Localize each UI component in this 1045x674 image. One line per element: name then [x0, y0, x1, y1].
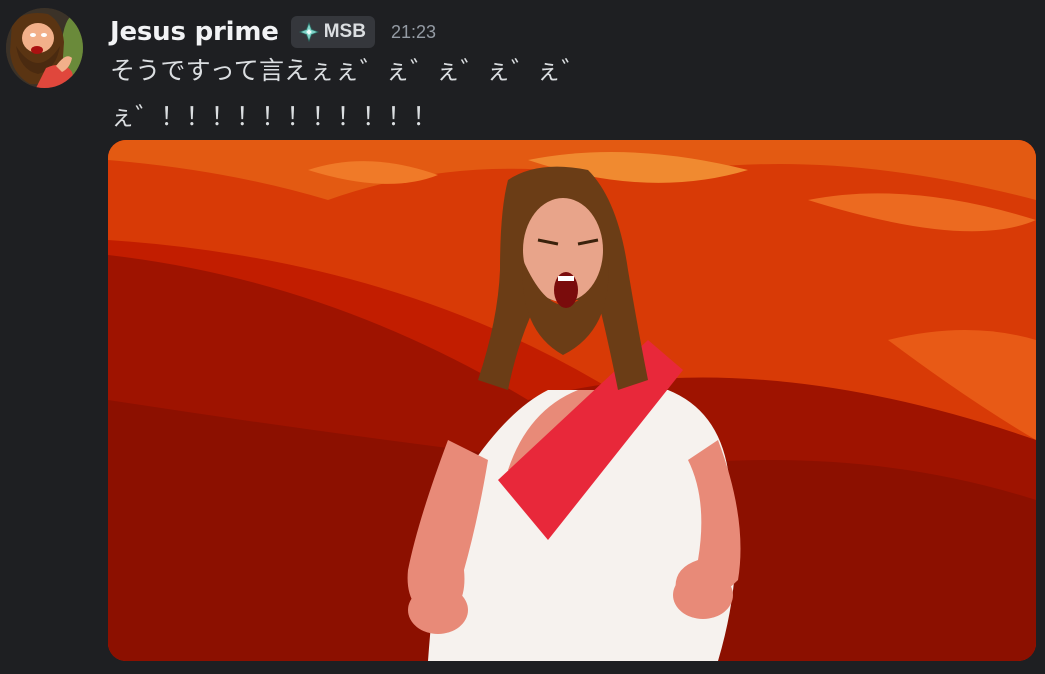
message-text: そうですって言えぇぇ゛ぇ゛ぇ゛ぇ゛ぇ゛ぇ゛！！！！！！！！！！！	[110, 56, 587, 131]
author-avatar[interactable]	[6, 8, 83, 88]
author-name[interactable]: Jesus prime	[110, 17, 279, 47]
diamond-sparkle-icon	[298, 22, 319, 42]
animated-jesus-shouting-image	[108, 140, 1036, 661]
server-tag[interactable]: MSB	[290, 16, 375, 48]
message-header: Jesus prime MSB 21:23	[110, 12, 436, 52]
message-timestamp[interactable]: 21:23	[391, 22, 436, 43]
chat-message: Jesus prime MSB 21:23 そうですって言えぇぇ゛ぇ゛ぇ゛ぇ゛ぇ…	[0, 0, 1045, 674]
avatar-image	[6, 8, 83, 88]
server-tag-label: MSB	[323, 21, 366, 42]
image-attachment[interactable]	[108, 140, 1036, 661]
